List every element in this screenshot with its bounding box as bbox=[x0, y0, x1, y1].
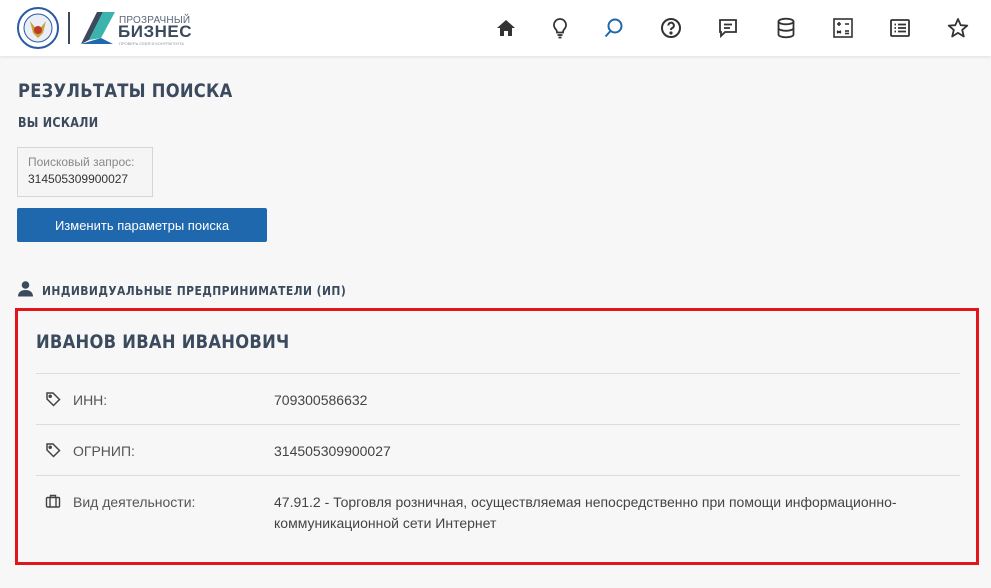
chat-icon[interactable] bbox=[716, 16, 740, 40]
activity-label: Вид деятельности: bbox=[73, 494, 196, 510]
fns-emblem-logo[interactable] bbox=[15, 7, 61, 49]
result-name[interactable]: ИВАНОВ ИВАН ИВАНОВИЧ bbox=[36, 331, 289, 353]
ogrnip-label: ОГРНИП: bbox=[73, 443, 135, 459]
row-divider bbox=[36, 373, 960, 374]
top-header: ПРОЗРАЧНЫЙ БИЗНЕС ПРОВЕРЬ СЕБЯ И КОНТРАГ… bbox=[0, 0, 991, 56]
logo-tagline: ПРОВЕРЬ СЕБЯ И КОНТРАГЕНТА bbox=[119, 41, 184, 46]
logo-separator bbox=[68, 12, 70, 44]
lightbulb-icon[interactable] bbox=[548, 16, 572, 40]
activity-value: 47.91.2 - Торговля розничная, осуществля… bbox=[274, 494, 897, 531]
section-title-ip: ИНДИВИДУАЛЬНЫЕ ПРЕДПРИНИМАТЕЛИ (ИП) bbox=[42, 283, 347, 298]
database-icon[interactable] bbox=[774, 16, 798, 40]
user-icon bbox=[18, 281, 33, 297]
list-icon[interactable] bbox=[888, 16, 912, 40]
ogrnip-value: 314505309900027 bbox=[274, 443, 391, 459]
page-title: РЕЗУЛЬТАТЫ ПОИСКА bbox=[18, 80, 233, 102]
inn-value: 709300586632 bbox=[274, 392, 368, 408]
star-icon[interactable] bbox=[946, 16, 970, 40]
logo-text-main: БИЗНЕС bbox=[118, 22, 192, 41]
result-card[interactable]: ИВАНОВ ИВАН ИВАНОВИЧ ИНН: 709300586632 О… bbox=[15, 308, 979, 565]
search-query-value: 314505309900027 bbox=[28, 172, 129, 186]
help-icon[interactable] bbox=[659, 16, 683, 40]
tag-icon bbox=[46, 392, 61, 407]
search-icon[interactable] bbox=[602, 16, 626, 40]
calculator-icon[interactable] bbox=[831, 16, 855, 40]
inn-label: ИНН: bbox=[73, 392, 108, 408]
search-subtitle: ВЫ ИСКАЛИ bbox=[18, 116, 99, 131]
row-divider bbox=[36, 475, 960, 476]
prozrachny-biznes-logo-mark[interactable] bbox=[77, 10, 117, 46]
change-search-params-button[interactable]: Изменить параметры поиска bbox=[17, 208, 267, 242]
tag-icon bbox=[46, 443, 61, 458]
row-divider bbox=[36, 424, 960, 425]
briefcase-icon bbox=[45, 494, 61, 508]
search-query-box: Поисковый запрос: 314505309900027 bbox=[17, 147, 153, 197]
search-query-label: Поисковый запрос: bbox=[28, 155, 135, 169]
home-icon[interactable] bbox=[494, 16, 518, 40]
